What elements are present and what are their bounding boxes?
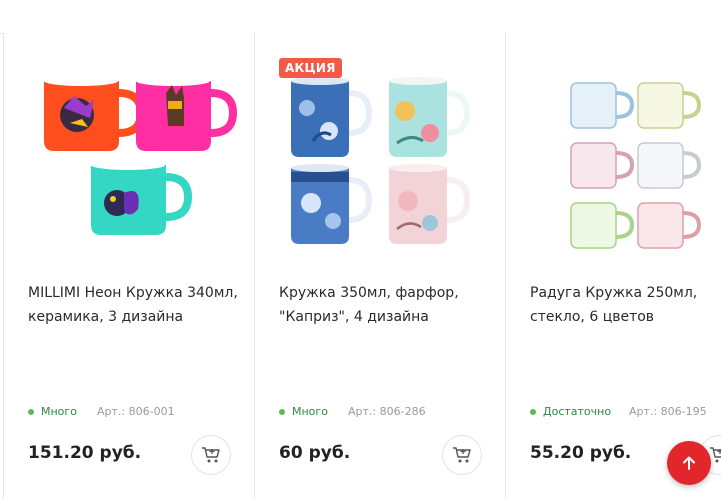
arrow-up-icon: [683, 456, 695, 470]
stock-dot-icon: [279, 408, 285, 415]
stock-label: Много: [292, 405, 328, 418]
cart-icon: [202, 447, 220, 463]
product-image[interactable]: [265, 53, 495, 253]
product-price: 55.20 руб.: [530, 443, 632, 463]
stock-dot-icon: [530, 408, 536, 415]
product-sku: Арт.: 806-001: [97, 405, 175, 418]
product-card[interactable]: MILLIMI Неон Кружка 340мл, керамика, 3 д…: [3, 33, 255, 499]
product-title[interactable]: Кружка 350мл, фарфор, "Каприз", 4 дизайн…: [279, 281, 494, 329]
stock-label: Достаточно: [543, 405, 612, 418]
product-price: 151.20 руб.: [28, 443, 142, 463]
scroll-to-top-button[interactable]: [667, 441, 711, 485]
product-title[interactable]: Радуга Кружка 250мл, стекло, 6 цветов: [530, 281, 721, 329]
product-grid: MILLIMI Неон Кружка 340мл, керамика, 3 д…: [0, 33, 721, 499]
product-price: 60 руб.: [279, 443, 351, 463]
stock-status: Много: [279, 405, 328, 418]
stock-status: Достаточно: [530, 405, 611, 418]
stock-dot-icon: [28, 408, 34, 415]
add-to-cart-button[interactable]: [191, 435, 231, 475]
product-sku: Арт.: 806-286: [348, 405, 426, 418]
stock-label: Много: [41, 405, 77, 418]
product-title[interactable]: MILLIMI Неон Кружка 340мл, керамика, 3 д…: [28, 281, 243, 329]
stock-status: Много: [28, 405, 77, 418]
product-image[interactable]: [14, 53, 244, 253]
product-image[interactable]: [516, 53, 721, 253]
sale-badge: АКЦИЯ: [279, 58, 342, 78]
product-card[interactable]: АКЦИЯ Кружка 350мл, фарфор, "Каприз", 4 …: [254, 33, 506, 499]
cart-icon: [453, 447, 471, 463]
product-sku: Арт.: 806-195: [629, 405, 707, 418]
top-strip: [0, 0, 721, 34]
product-card[interactable]: Радуга Кружка 250мл, стекло, 6 цветов До…: [505, 33, 721, 499]
add-to-cart-button[interactable]: [442, 435, 482, 475]
